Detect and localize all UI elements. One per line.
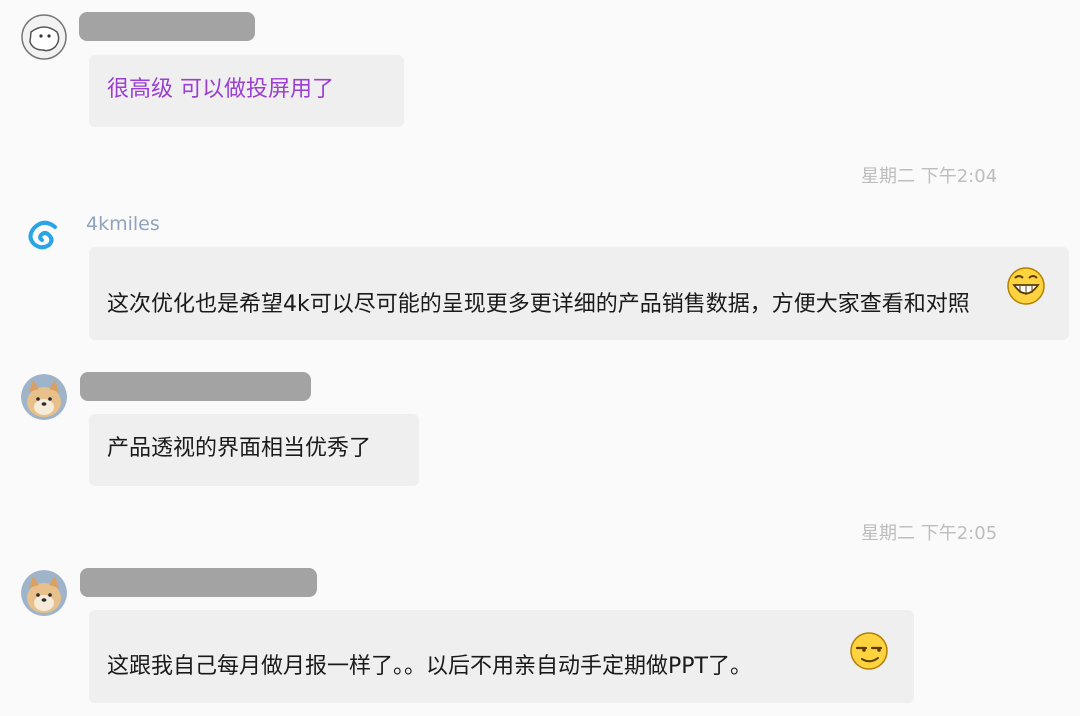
- avatar-shiba-dog[interactable]: [21, 374, 67, 420]
- message-bubble[interactable]: 这跟我自己每月做月报一样了。。以后不用亲自动手定期做PPT了。: [89, 610, 914, 703]
- message-text: 产品透视的界面相当优秀了: [107, 436, 372, 461]
- message-text: 这跟我自己每月做月报一样了。。以后不用亲自动手定期做PPT了。: [107, 654, 752, 679]
- shiba-dog-avatar-icon: [21, 374, 67, 420]
- 4kmiles-logo-icon: [21, 212, 67, 258]
- avatar-4kmiles[interactable]: [21, 212, 67, 258]
- sender-name-redacted: [80, 568, 317, 597]
- message-text: 很高级 可以做投屏用了: [107, 77, 334, 102]
- smug-face-icon: [849, 631, 889, 675]
- grinning-face-icon: [1006, 266, 1046, 310]
- message-bubble[interactable]: 很高级 可以做投屏用了: [89, 55, 404, 127]
- sender-name: 4kmiles: [86, 213, 160, 235]
- sender-name-redacted: [79, 12, 255, 41]
- timestamp: 星期二 下午2:04: [861, 166, 998, 187]
- white-ghost-avatar-icon: [21, 14, 67, 60]
- message-bubble[interactable]: 这次优化也是希望4k可以尽可能的呈现更多更详细的产品销售数据，方便大家查看和对照: [89, 247, 1069, 340]
- message-text: 这次优化也是希望4k可以尽可能的呈现更多更详细的产品销售数据，方便大家查看和对照: [107, 292, 970, 317]
- avatar-white-ghost[interactable]: [21, 14, 67, 60]
- shiba-dog-avatar-icon: [21, 570, 67, 616]
- sender-name-redacted: [80, 372, 311, 401]
- message-bubble[interactable]: 产品透视的界面相当优秀了: [89, 414, 419, 486]
- avatar-shiba-dog[interactable]: [21, 570, 67, 616]
- chat-window: 很高级 可以做投屏用了 星期二 下午2:04 4kmiles 这次优化也是希望4…: [0, 0, 1080, 716]
- timestamp: 星期二 下午2:05: [861, 523, 998, 544]
